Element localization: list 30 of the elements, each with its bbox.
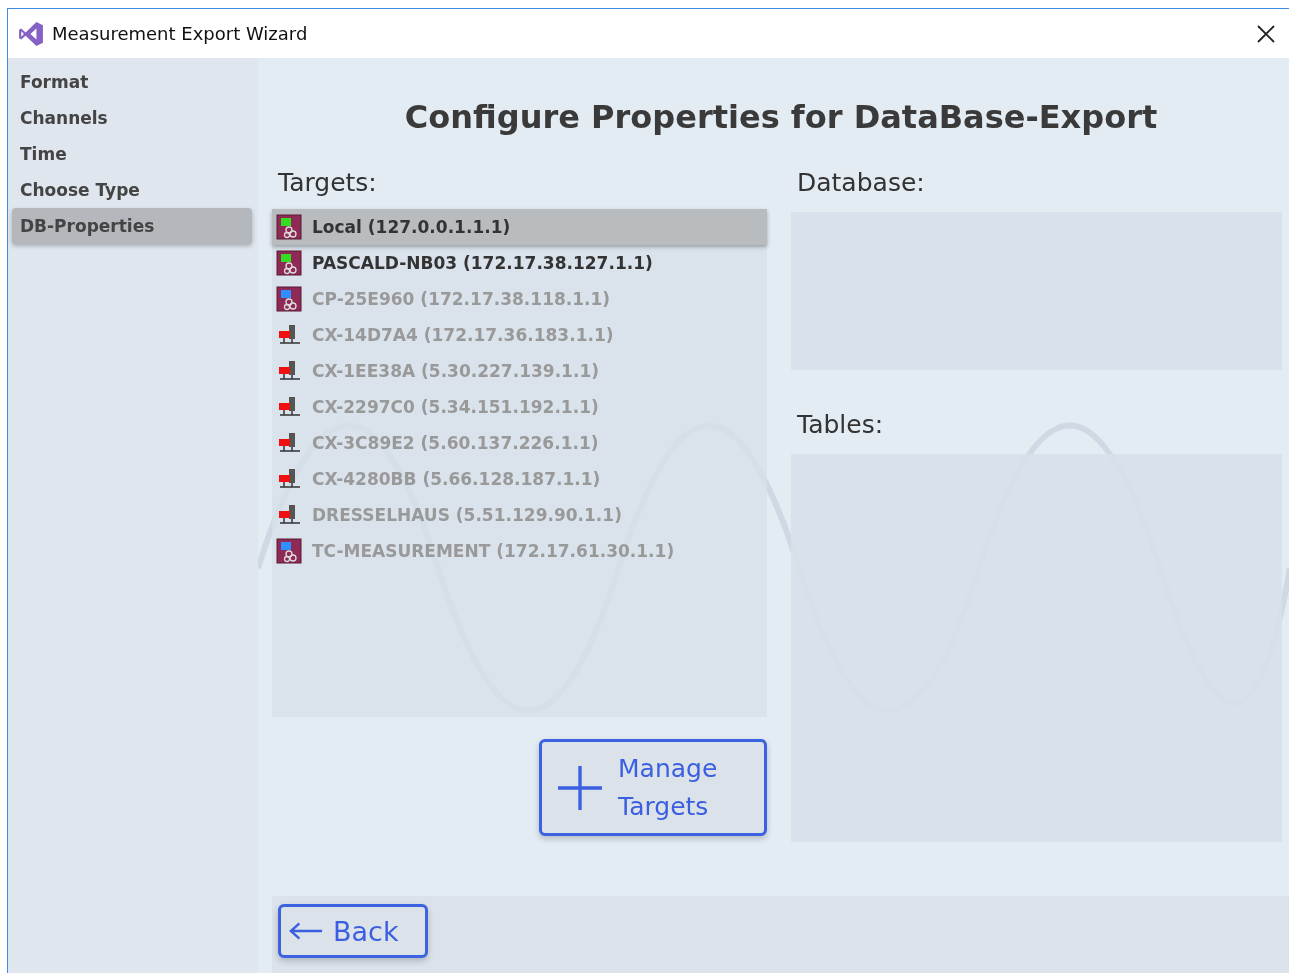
close-icon[interactable] [1256,23,1276,44]
sidebar-item[interactable]: Format [12,64,252,100]
window-title: Measurement Export Wizard [52,23,309,44]
runtime-icon [276,214,302,240]
target-item[interactable]: CX-14D7A4 (172.17.36.183.1.1) [272,317,767,353]
database-label: Database: [796,168,926,199]
manage-targets-button[interactable]: Manage Targets [539,739,767,836]
back-button[interactable]: Back [278,904,428,958]
sidebar-item[interactable]: Time [12,136,252,172]
target-item[interactable]: CX-3C89E2 (5.60.137.226.1.1) [272,425,767,461]
target-item[interactable]: CX-1EE38A (5.30.227.139.1.1) [272,353,767,389]
page-heading: Configure Properties for DataBase-Export [403,98,1159,136]
target-item[interactable]: Local (127.0.0.1.1.1) [272,209,767,245]
sidebar-item[interactable]: DB-Properties [12,208,252,244]
tables-label: Tables: [796,410,885,441]
runtime-icon [276,538,302,564]
sidebar-item[interactable]: Choose Type [12,172,252,208]
runtime-icon [276,286,302,312]
sidebar-item[interactable]: Channels [12,100,252,136]
target-item[interactable]: CP-25E960 (172.17.38.118.1.1) [272,281,767,317]
target-item[interactable]: TC-MEASUREMENT (172.17.61.30.1.1) [272,533,767,569]
target-item[interactable]: CX-4280BB (5.66.128.187.1.1) [272,461,767,497]
target-item[interactable]: PASCALD-NB03 (172.17.38.127.1.1) [272,245,767,281]
runtime-icon [276,250,302,276]
target-item[interactable]: DRESSELHAUS (5.51.129.90.1.1) [272,497,767,533]
targets-label: Targets: [277,168,378,199]
app-logo-icon [18,20,44,47]
left-arrow-icon [289,921,323,941]
target-item[interactable]: CX-2297C0 (5.34.151.192.1.1) [272,389,767,425]
plus-icon [558,765,602,810]
